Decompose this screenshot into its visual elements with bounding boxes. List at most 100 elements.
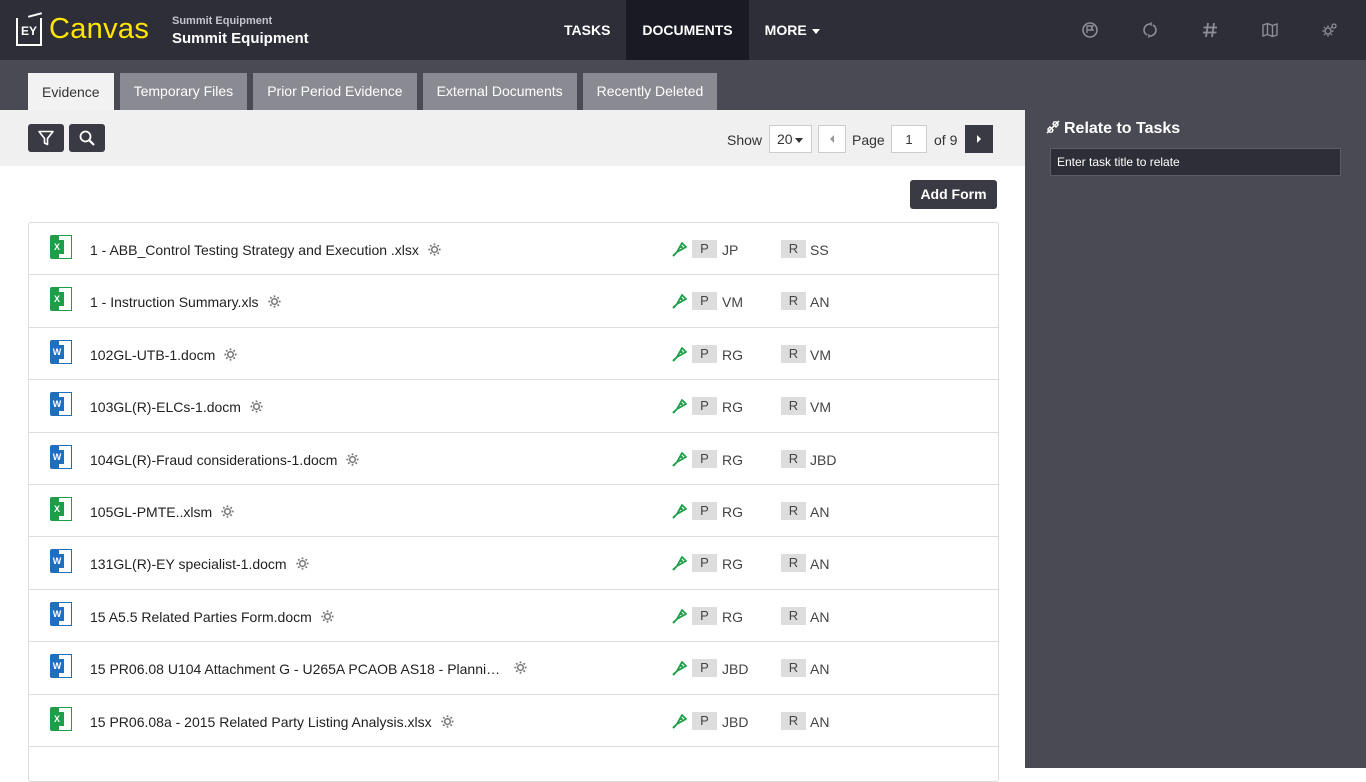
signoff-icon[interactable] (671, 345, 689, 368)
link-icon (1045, 119, 1061, 140)
document-row[interactable]: X 105GL-PMTE..xlsm P RG R AN (29, 485, 998, 538)
nav-tasks[interactable]: TASKS (548, 0, 626, 60)
reviewer-tag: R (781, 344, 806, 363)
gear-icon[interactable] (267, 294, 282, 312)
client-name[interactable]: Summit Equipment (172, 30, 309, 47)
document-row (29, 747, 998, 781)
tab-external-documents[interactable]: External Documents (422, 73, 577, 110)
tab-evidence[interactable]: Evidence (28, 73, 114, 111)
gear-icon[interactable] (295, 556, 310, 574)
document-name[interactable]: 105GL-PMTE..xlsm (90, 504, 212, 520)
document-name[interactable]: 103GL(R)-ELCs-1.docm (90, 399, 241, 415)
document-name-wrap[interactable]: 103GL(R)-ELCs-1.docm (90, 399, 264, 417)
excel-file-icon[interactable]: X (50, 235, 72, 259)
word-file-icon[interactable]: W (50, 392, 72, 417)
document-row[interactable]: W 15 A5.5 Related Parties Form.docm P RG R AN (29, 590, 998, 643)
excel-file-icon[interactable]: X (50, 496, 72, 521)
document-name[interactable]: 15 PR06.08 U104 Attachment G - U265A PCA… (90, 661, 506, 677)
signoff-icon[interactable] (671, 659, 689, 682)
map-icon[interactable] (1240, 0, 1300, 60)
preparer-initials: RG (722, 608, 743, 625)
previous-page-button[interactable] (818, 125, 846, 153)
document-name-wrap[interactable]: 15 PR06.08a - 2015 Related Party Listing… (90, 714, 455, 732)
nav-documents[interactable]: DOCUMENTS (626, 0, 749, 60)
document-name-wrap[interactable]: 102GL-UTB-1.docm (90, 347, 238, 365)
document-name-wrap[interactable]: 1 - Instruction Summary.xls (90, 294, 282, 312)
document-name-wrap[interactable]: 105GL-PMTE..xlsm (90, 504, 235, 522)
signoff-icon[interactable] (671, 607, 689, 630)
gear-icon[interactable] (440, 714, 455, 732)
relate-task-input[interactable] (1050, 148, 1341, 176)
reviewer-initials: AN (810, 608, 830, 625)
gear-icon[interactable] (345, 452, 360, 470)
document-row[interactable]: X 15 PR06.08a - 2015 Related Party Listin… (29, 695, 998, 747)
gear-icon[interactable] (249, 399, 264, 417)
next-page-button[interactable] (965, 125, 993, 153)
reviewer-initials: AN (810, 503, 830, 520)
signoff-icon[interactable] (671, 712, 689, 735)
refresh-icon[interactable] (1120, 0, 1180, 60)
document-row[interactable]: W 15 PR06.08 U104 Attachment G - U265A PC… (29, 642, 998, 695)
reviewer-initials: AN (810, 661, 830, 678)
document-name-wrap[interactable]: 15 A5.5 Related Parties Form.docm (90, 609, 335, 627)
preparer-tag: P (692, 711, 717, 730)
search-button[interactable] (69, 124, 105, 152)
page-size-select[interactable]: 20 (769, 125, 812, 153)
document-row[interactable]: W 131GL(R)-EY specialist-1.docm P RG R AN (29, 537, 998, 590)
add-form-button[interactable]: Add Form (910, 180, 997, 209)
app-name[interactable]: Canvas (49, 13, 149, 46)
document-name[interactable]: 1 - Instruction Summary.xls (90, 294, 259, 310)
preparer-tag: P (692, 292, 717, 311)
document-name-wrap[interactable]: 131GL(R)-EY specialist-1.docm (90, 556, 310, 574)
document-row[interactable]: W 104GL(R)-Fraud considerations-1.docm P RG… (29, 433, 998, 485)
word-file-icon[interactable]: W (50, 444, 72, 469)
gear-icon[interactable] (220, 504, 235, 522)
ey-logo[interactable]: EY (16, 18, 42, 46)
excel-file-icon[interactable]: X (50, 706, 72, 731)
reviewer-initials: VM (810, 399, 831, 416)
preparer-initials: RG (722, 451, 743, 468)
gear-icon[interactable] (513, 660, 528, 680)
preparer-tag: P (692, 554, 717, 573)
hash-icon[interactable] (1180, 0, 1240, 60)
preparer-initials: RG (722, 503, 743, 520)
preparer-tag: P (692, 659, 717, 678)
document-list: X 1 - ABB_Control Testing Strategy and Ex… (28, 222, 999, 782)
word-file-icon[interactable]: W (50, 654, 72, 679)
document-row[interactable]: X 1 - ABB_Control Testing Strategy and Ex… (29, 223, 998, 276)
document-name[interactable]: 1 - ABB_Control Testing Strategy and Exe… (90, 242, 419, 258)
document-name[interactable]: 131GL(R)-EY specialist-1.docm (90, 556, 287, 572)
excel-file-icon[interactable]: X (50, 287, 72, 312)
settings-icon[interactable] (1300, 0, 1360, 60)
word-file-icon[interactable]: W (50, 549, 72, 574)
tab-recently-deleted[interactable]: Recently Deleted (582, 73, 718, 110)
document-name[interactable]: 15 A5.5 Related Parties Form.docm (90, 609, 312, 625)
document-row[interactable]: X 1 - Instruction Summary.xls P VM R AN (29, 275, 998, 328)
flag-icon[interactable] (1060, 0, 1120, 60)
gear-icon[interactable] (320, 609, 335, 627)
tab-temporary-files[interactable]: Temporary Files (119, 73, 248, 110)
document-name-wrap[interactable]: 104GL(R)-Fraud considerations-1.docm (90, 452, 360, 470)
word-file-icon[interactable]: W (50, 339, 72, 364)
signoff-icon[interactable] (671, 397, 689, 420)
page-number-input[interactable] (891, 125, 927, 153)
filter-button[interactable] (28, 124, 64, 152)
signoff-icon[interactable] (671, 554, 689, 577)
document-name-wrap[interactable]: 1 - ABB_Control Testing Strategy and Exe… (90, 242, 442, 260)
reviewer-tag: R (781, 659, 806, 678)
gear-icon[interactable] (223, 347, 238, 365)
reviewer-initials: VM (810, 346, 831, 363)
signoff-icon[interactable] (671, 292, 689, 315)
word-file-icon[interactable]: W (50, 601, 72, 626)
document-name[interactable]: 104GL(R)-Fraud considerations-1.docm (90, 452, 337, 468)
signoff-icon[interactable] (671, 240, 689, 263)
document-row[interactable]: W 103GL(R)-ELCs-1.docm P RG R VM (29, 380, 998, 433)
document-name[interactable]: 102GL-UTB-1.docm (90, 347, 215, 363)
signoff-icon[interactable] (671, 450, 689, 473)
signoff-icon[interactable] (671, 502, 689, 525)
tab-prior-period-evidence[interactable]: Prior Period Evidence (253, 73, 417, 110)
document-row[interactable]: W 102GL-UTB-1.docm P RG R VM (29, 328, 998, 381)
document-name[interactable]: 15 PR06.08a - 2015 Related Party Listing… (90, 714, 432, 730)
nav-more[interactable]: MORE (749, 0, 836, 60)
gear-icon[interactable] (427, 242, 442, 260)
